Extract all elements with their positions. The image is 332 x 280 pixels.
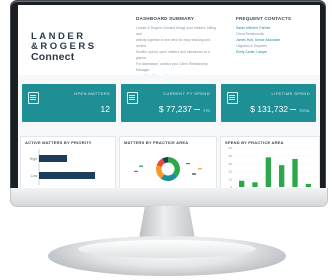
charts-row: ACTIVE MATTERS BY PRIORITY High Low MATTE… xyxy=(18,133,320,191)
legend-swatch xyxy=(139,165,143,167)
spend-bar xyxy=(279,165,285,187)
contacts-title: FREQUENT CONTACTS xyxy=(236,16,292,21)
kpi-subtext: TOTAL xyxy=(299,109,310,113)
donut-slice xyxy=(168,157,181,177)
summary-line: activity together in one view for easy t… xyxy=(136,38,211,48)
spend-bar xyxy=(265,157,271,187)
separator-dash xyxy=(194,109,200,111)
document-icon xyxy=(227,92,238,104)
summary-title: DASHBOARD SUMMARY xyxy=(136,16,195,21)
priority-bar xyxy=(39,155,67,162)
y-tick-label: 10 xyxy=(229,177,233,181)
priority-bar-chart: High Low xyxy=(30,149,95,185)
y-tick-label: 30 xyxy=(229,162,233,166)
kpi-open-matters[interactable]: OPEN MATTERS 12 xyxy=(22,84,116,122)
chart-card-practice: MATTERS BY PRACTICE AREA xyxy=(119,136,217,191)
kpi-number: 12 xyxy=(100,104,110,114)
kpi-number: $ 77,237 xyxy=(158,104,192,114)
kpi-value: $ 77,237 YTD xyxy=(159,104,210,114)
brand-logo[interactable]: LANDER &ROGERS Connect xyxy=(31,32,97,63)
monitor-chin xyxy=(10,188,328,207)
kpi-value: 12 xyxy=(101,104,110,114)
contacts-list: Sarah Mitchell, Partner Client Relations… xyxy=(236,25,314,55)
kpi-lifetime-spend[interactable]: LIFETIME SPEND $ 131,732 TOTAL xyxy=(221,84,316,122)
contact-link[interactable]: Emily Carter, Lawyer xyxy=(236,49,314,55)
logo-line3: Connect xyxy=(31,51,75,63)
document-icon xyxy=(127,92,138,104)
monitor: LANDER &ROGERS Connect DASHBOARD SUMMARY… xyxy=(10,0,328,207)
spend-bar xyxy=(292,158,298,187)
y-tick-label: 50 xyxy=(229,146,233,150)
practice-donut-chart xyxy=(134,157,202,181)
category-label: High xyxy=(30,157,37,161)
summary-line: Monitor spend, open matters and mileston… xyxy=(136,50,210,60)
document-icon xyxy=(28,92,39,104)
monitor-bezel: LANDER &ROGERS Connect DASHBOARD SUMMARY… xyxy=(10,0,326,206)
summary-text: Lander & Rogers Connect brings your matt… xyxy=(136,25,220,79)
spend-bar-chart: 50403020100 xyxy=(229,146,315,189)
kpi-current-spend[interactable]: CURRENT FY SPEND $ 77,237 YTD xyxy=(121,84,216,122)
spend-bar xyxy=(252,182,258,187)
legend-swatch xyxy=(186,163,190,165)
legend-swatch xyxy=(198,168,202,170)
kpi-row: OPEN MATTERS 12 CURRENT FY SPEND $ 77,23… xyxy=(18,75,320,133)
category-label: Low xyxy=(31,174,38,178)
chart-card-priority: ACTIVE MATTERS BY PRIORITY High Low xyxy=(20,136,116,191)
summary-line: For assistance, contact your Client Rela… xyxy=(136,62,208,72)
kpi-subtext: YTD xyxy=(203,109,210,113)
chart-card-spend: SPEND BY PRACTICE AREA 50403020100 xyxy=(220,136,320,191)
separator-dash xyxy=(290,109,297,111)
monitor-stand-base-top xyxy=(78,240,256,258)
spend-bar xyxy=(239,180,245,187)
kpi-number: $ 131,732 xyxy=(250,104,289,114)
dashboard-screen: LANDER &ROGERS Connect DASHBOARD SUMMARY… xyxy=(18,5,320,191)
legend-swatch xyxy=(134,170,138,172)
y-tick-label: 20 xyxy=(229,170,233,174)
kpi-label: LIFETIME SPEND xyxy=(271,91,310,96)
priority-bar xyxy=(39,172,95,179)
header-section: LANDER &ROGERS Connect DASHBOARD SUMMARY… xyxy=(18,5,320,78)
kpi-label: CURRENT FY SPEND xyxy=(163,91,210,96)
spend-bar xyxy=(305,183,311,187)
y-tick-label: 40 xyxy=(229,154,233,158)
kpi-label: OPEN MATTERS xyxy=(73,91,110,96)
legend-swatch xyxy=(192,173,196,175)
summary-line: Lander & Rogers Connect brings your matt… xyxy=(136,26,216,36)
kpi-value: $ 131,732 TOTAL xyxy=(250,104,310,114)
